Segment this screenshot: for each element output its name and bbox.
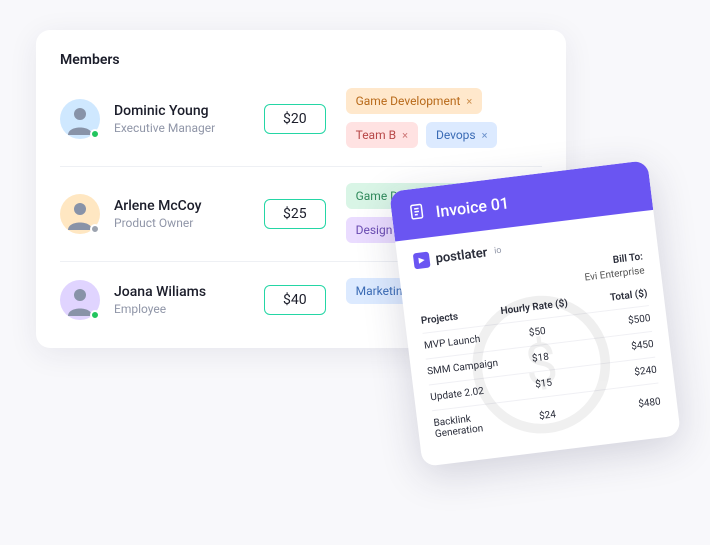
- brand-name: postlater: [435, 245, 489, 266]
- invoice-rate: $18: [502, 348, 579, 368]
- rate-input[interactable]: $40: [264, 285, 326, 315]
- status-dot: [90, 129, 100, 139]
- invoice-project: SMM Campaign: [427, 357, 504, 377]
- avatar: [60, 280, 100, 320]
- tag-remove-icon[interactable]: ×: [482, 129, 488, 142]
- invoice-rate: $50: [499, 322, 576, 342]
- member-name: Dominic Young: [114, 103, 264, 119]
- brand-suffix: io: [494, 246, 502, 257]
- col-projects: Projects: [420, 307, 497, 327]
- invoice-total: $240: [581, 365, 658, 385]
- member-info: Arlene McCoy Product Owner: [114, 198, 264, 230]
- rate-input[interactable]: $20: [264, 104, 326, 134]
- tag-list: Game Development × Team B × Devops ×: [346, 88, 542, 148]
- status-dot: [90, 224, 100, 234]
- invoice-rate: $15: [505, 374, 582, 394]
- member-row: Dominic Young Executive Manager$20 Game De…: [60, 84, 542, 166]
- rate-input[interactable]: $25: [264, 199, 326, 229]
- invoice-icon: [407, 202, 428, 226]
- invoice-rate: $24: [509, 405, 586, 425]
- tag[interactable]: Devops ×: [426, 122, 498, 148]
- tag-remove-icon[interactable]: ×: [402, 129, 408, 142]
- avatar: [60, 99, 100, 139]
- members-title: Members: [60, 52, 542, 68]
- col-total: Total ($): [571, 288, 648, 308]
- member-name: Arlene McCoy: [114, 198, 264, 214]
- invoice-project: Update 2.02: [430, 383, 507, 403]
- tag[interactable]: Game Development ×: [346, 88, 483, 114]
- invoice-total: $500: [574, 313, 651, 333]
- invoice-title: Invoice 01: [435, 193, 510, 221]
- invoice-project: MVP Launch: [423, 332, 500, 352]
- invoice-total: $450: [578, 339, 655, 359]
- tag-label: Game Development: [356, 94, 461, 108]
- avatar: [60, 194, 100, 234]
- member-info: Joana Wiliams Employee: [114, 284, 264, 316]
- member-name: Joana Wiliams: [114, 284, 264, 300]
- tag[interactable]: Team B ×: [346, 122, 418, 148]
- invoice-project: Backlink Generation: [433, 409, 511, 440]
- member-role: Executive Manager: [114, 121, 264, 135]
- tag-label: Devops: [436, 128, 476, 142]
- member-role: Product Owner: [114, 216, 264, 230]
- invoice-card: Invoice 01 $ postlater io Bill To: Evi E…: [389, 160, 681, 467]
- invoice-total: $480: [585, 396, 662, 416]
- tag-remove-icon[interactable]: ×: [466, 95, 472, 108]
- member-info: Dominic Young Executive Manager: [114, 103, 264, 135]
- invoice-body: $ postlater io Bill To: Evi Enterprise P…: [395, 210, 681, 467]
- brand-logo-icon: [413, 251, 431, 269]
- tag-label: Team B: [356, 128, 396, 142]
- status-dot: [90, 310, 100, 320]
- col-rate: Hourly Rate ($): [496, 297, 573, 317]
- member-role: Employee: [114, 302, 264, 316]
